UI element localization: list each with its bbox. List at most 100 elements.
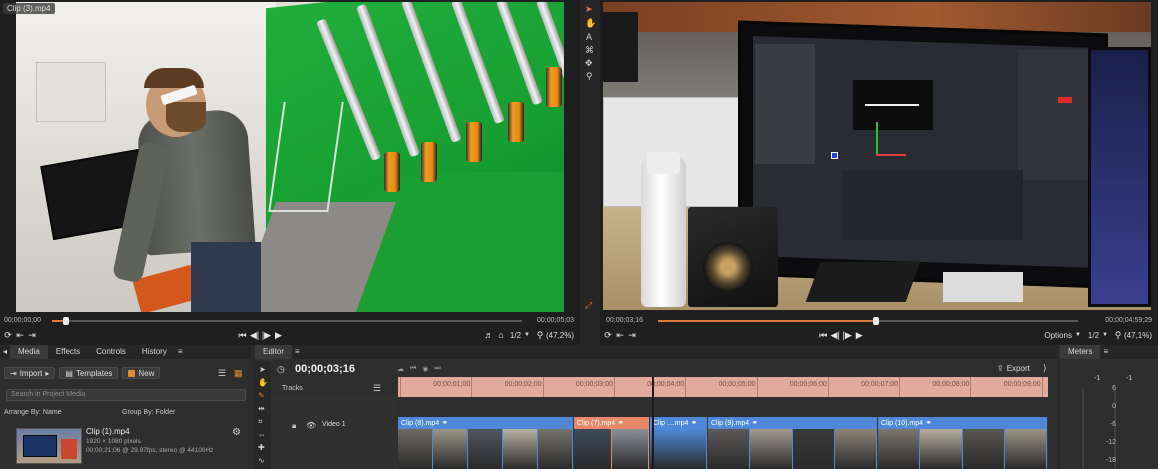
go-start-icon[interactable]: ⏮ — [236, 329, 248, 341]
eye-icon[interactable]: 👁︎ — [306, 421, 316, 430]
tab-media[interactable]: Media — [10, 345, 48, 359]
zoom-icon[interactable]: ⚲ — [1112, 329, 1124, 341]
import-button[interactable]: ⇥ Import ▸ — [4, 367, 56, 379]
record-icon[interactable]: ◉ — [422, 365, 428, 373]
razor-tool-icon[interactable]: ✎ — [258, 391, 265, 400]
tab-controls[interactable]: Controls — [88, 345, 134, 359]
step-back-icon[interactable]: ◀︎| — [829, 329, 841, 341]
collapse-icon[interactable]: ⟩ — [1043, 363, 1047, 374]
go-start-icon[interactable]: ⏮ — [817, 329, 829, 341]
hand-tool-icon[interactable]: ✋ — [585, 18, 596, 29]
search-input[interactable]: Search in Project Media — [6, 389, 246, 401]
group-select[interactable]: Group By: Folder — [122, 409, 175, 416]
chevron-down-icon[interactable]: ▼ — [1102, 332, 1108, 338]
text-tool-icon[interactable]: A — [586, 32, 592, 42]
chevron-down-icon[interactable]: ▼ — [1075, 332, 1081, 338]
play-icon[interactable]: ▶ — [853, 329, 865, 341]
tab-editor[interactable]: Editor — [255, 345, 292, 359]
left-ratio-select[interactable]: 1/2 — [510, 331, 521, 340]
new-button[interactable]: New — [122, 367, 161, 379]
right-zoom-level[interactable]: (47,1%) — [1124, 331, 1152, 340]
right-scrubber[interactable] — [658, 317, 1078, 325]
templates-button[interactable]: ▤ Templates — [59, 367, 119, 379]
transform-tool-icon[interactable]: ⌘ — [585, 45, 594, 56]
mark-out-icon[interactable]: ⇥ — [26, 329, 38, 341]
mark-in-icon[interactable]: ⇤ — [14, 329, 26, 341]
timeline-playhead[interactable] — [651, 377, 654, 469]
menu-icon[interactable]: ≡ — [1100, 345, 1111, 359]
clip-thumbnails[interactable] — [574, 429, 649, 469]
go-start-icon[interactable]: ⏮ — [410, 365, 416, 373]
clip-thumbnails[interactable] — [708, 429, 877, 469]
timeline-clip[interactable]: Clip (8).mp4 ⚭ — [398, 417, 573, 429]
move-tool-icon[interactable]: ✥ — [585, 58, 593, 69]
expand-icon[interactable]: ⤢ — [585, 300, 592, 311]
timeline-clip[interactable]: Clip (7).mp4 ⚭ — [574, 417, 649, 429]
wave-icon[interactable]: ∿ — [258, 456, 265, 465]
clip-thumbnail-frame — [962, 429, 1004, 469]
overlay-icon[interactable]: ⌂ — [495, 329, 507, 341]
slip-tool-icon[interactable]: ⇹ — [258, 404, 265, 413]
list-view-icon[interactable]: ☰ — [218, 368, 226, 379]
go-end-icon[interactable]: ⏭ — [434, 365, 440, 373]
options-button[interactable]: Options — [1044, 331, 1072, 340]
tab-meters[interactable]: Meters — [1060, 345, 1101, 359]
add-track-icon[interactable]: ✚ — [258, 443, 265, 452]
arrange-select[interactable]: Arrange By: Name — [4, 409, 62, 416]
loop-icon[interactable]: ⟳ — [2, 329, 14, 341]
step-forward-icon[interactable]: |▶︎ — [260, 329, 272, 341]
mark-out-icon[interactable]: ⇥ — [626, 329, 638, 341]
tab-effects[interactable]: Effects — [48, 345, 88, 359]
select-tool-icon[interactable]: ➤ — [585, 4, 593, 15]
left-arrow-icon[interactable]: ◂ — [0, 345, 10, 359]
menu-icon[interactable]: ≡ — [292, 345, 303, 359]
media-thumbnail — [16, 428, 82, 464]
right-playhead[interactable] — [873, 317, 879, 325]
timeline-ruler[interactable]: 00;00;01;00 00;00;02;00 00;00;03;00 00;00;0… — [398, 377, 1048, 397]
play-icon[interactable]: ▶ — [272, 329, 284, 341]
meter-channel-right-top: -1 — [1126, 375, 1133, 382]
zoom-icon[interactable]: ⚲ — [534, 329, 546, 341]
ripple-tool-icon[interactable]: ⇔ — [258, 430, 266, 439]
media-toolbar: ⇥ Import ▸ ▤ Templates New — [4, 367, 161, 379]
clock-icon: ◷ — [277, 364, 285, 374]
loop-icon[interactable]: ⟳ — [602, 329, 614, 341]
left-video-frame[interactable] — [16, 2, 564, 312]
chevron-down-icon[interactable]: ▼ — [524, 332, 530, 338]
clip-thumbnails[interactable] — [398, 429, 573, 469]
timeline-clip[interactable]: Clip ....mp4 ⚭ — [650, 417, 707, 429]
right-timecode-current: 00;00;03;16 — [606, 317, 643, 324]
editor-timecode[interactable]: 00;00;03;16 — [295, 363, 355, 375]
link-icon: ⚭ — [923, 418, 932, 427]
clip-thumbnails[interactable] — [650, 429, 707, 469]
lock-icon[interactable]: 🔒︎ — [292, 421, 296, 431]
right-ratio-select[interactable]: 1/2 — [1088, 331, 1099, 340]
left-clip-label: Clip (3).mp4 — [3, 3, 55, 14]
grid-view-icon[interactable]: ▦ — [234, 368, 243, 379]
hand-tool-icon[interactable]: ✋ — [258, 378, 268, 387]
media-item[interactable]: Clip (1).mp4 1920 × 1080 pixels 00;00;21… — [4, 425, 248, 467]
timeline-clip[interactable]: Clip (9).mp4 ⚭ — [708, 417, 877, 429]
audio-icon[interactable]: ♬ — [483, 329, 495, 341]
cloud-icon[interactable]: ☁ — [397, 365, 404, 373]
step-forward-icon[interactable]: |▶︎ — [841, 329, 853, 341]
menu-icon[interactable]: ≡ — [175, 345, 186, 359]
gear-icon[interactable]: ⚙ — [232, 427, 241, 438]
mark-in-icon[interactable]: ⇤ — [614, 329, 626, 341]
left-playhead[interactable] — [63, 317, 69, 325]
select-tool-icon[interactable]: ➤ — [259, 365, 266, 374]
tracks-menu-icon[interactable]: ☰ — [373, 383, 381, 394]
import-icon: ⇥ — [10, 368, 17, 378]
clip-thumbnail-frame — [611, 429, 648, 469]
left-zoom-level[interactable]: (47,2%) — [546, 331, 574, 340]
link-icon: ⚭ — [688, 418, 698, 427]
left-scrubber[interactable] — [52, 317, 522, 325]
step-back-icon[interactable]: ◀︎| — [248, 329, 260, 341]
snap-tool-icon[interactable]: ⌗ — [258, 417, 263, 427]
export-button[interactable]: ⇪ Export — [997, 364, 1030, 373]
timeline-clip[interactable]: Clip (10).mp4 ⚭ — [878, 417, 1047, 429]
pin-tool-icon[interactable]: ⚲ — [586, 71, 593, 82]
right-video-frame[interactable] — [603, 2, 1151, 310]
clip-thumbnails[interactable] — [878, 429, 1047, 469]
tab-history[interactable]: History — [134, 345, 175, 359]
